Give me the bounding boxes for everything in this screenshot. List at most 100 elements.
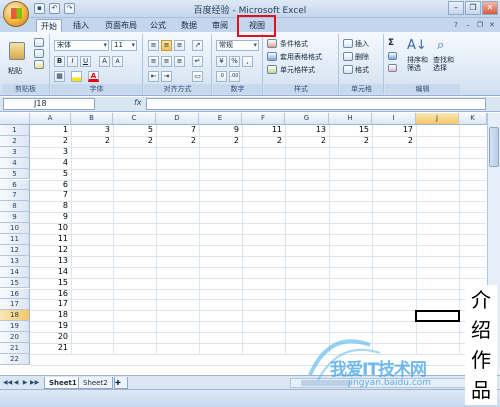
column-header-selected[interactable]: J	[416, 113, 459, 125]
minimize-icon[interactable]: –	[448, 1, 464, 15]
row-header[interactable]: 1	[0, 125, 30, 136]
select-all-corner[interactable]	[0, 113, 30, 125]
border-icon[interactable]: ▦	[54, 71, 65, 82]
italic-button[interactable]: I	[67, 56, 78, 67]
row-header[interactable]: 21	[0, 343, 30, 354]
row-header[interactable]: 3	[0, 146, 30, 158]
cell-value[interactable]: 20	[30, 332, 71, 343]
cell-value[interactable]: 2	[71, 136, 113, 147]
font-name-select[interactable]: 宋体	[54, 40, 109, 51]
find-select-button[interactable]: 查找和 选择	[433, 56, 454, 72]
worksheet-grid[interactable]: A B C D E F G H I J K 1 2 3 4 5 6 7 8 9 10 11 12 13 1…	[0, 113, 500, 375]
cut-icon[interactable]	[34, 38, 44, 47]
formula-input[interactable]	[146, 98, 486, 110]
row-header[interactable]: 22	[0, 353, 30, 365]
align-right-icon[interactable]: ≡	[174, 56, 185, 67]
row-header[interactable]: 17	[0, 299, 30, 311]
restore-icon[interactable]: ❐	[465, 1, 481, 15]
row-header[interactable]: 6	[0, 179, 30, 191]
row-header[interactable]: 7	[0, 190, 30, 202]
row-header[interactable]: 2	[0, 135, 30, 147]
cell-value[interactable]: 15	[30, 278, 71, 289]
delete-cells-button[interactable]: 删除	[355, 52, 369, 62]
ribbon-restore-icon[interactable]: ❐	[475, 20, 485, 30]
row-header[interactable]: 14	[0, 266, 30, 278]
cell-value[interactable]: 2	[242, 136, 285, 147]
conditional-format-button[interactable]: 条件格式	[280, 39, 308, 49]
cell-value[interactable]: 8	[30, 201, 71, 212]
row-header[interactable]: 5	[0, 168, 30, 180]
cell-value[interactable]: 5	[30, 169, 71, 180]
row-header[interactable]: 8	[0, 201, 30, 213]
cell-value[interactable]: 2	[199, 136, 242, 147]
currency-icon[interactable]: ¥	[216, 56, 227, 67]
cell-value[interactable]: 2	[285, 136, 329, 147]
paste-button[interactable]	[6, 38, 28, 64]
row-header[interactable]: 16	[0, 288, 30, 300]
fill-color-icon[interactable]	[71, 71, 82, 82]
cell-styles-button[interactable]: 单元格样式	[280, 65, 315, 75]
tab-page-layout[interactable]: 页面布局	[100, 19, 142, 32]
bold-button[interactable]: B	[54, 56, 65, 67]
name-box[interactable]: J18	[3, 98, 95, 110]
cell-value[interactable]: 21	[30, 343, 71, 354]
align-bottom-icon[interactable]: ≡	[174, 40, 185, 51]
cell-value[interactable]: 4	[30, 158, 71, 169]
cell-value[interactable]: 11	[242, 125, 285, 136]
cell-value[interactable]: 2	[30, 136, 71, 147]
insert-sheet-icon[interactable]: ✚	[114, 377, 128, 389]
sheet-tab-2[interactable]: Sheet2	[78, 377, 113, 389]
sort-filter-button[interactable]: 排序和 筛选	[407, 56, 428, 72]
column-header[interactable]: E	[199, 113, 242, 125]
cell-value[interactable]: 15	[329, 125, 372, 136]
tab-home[interactable]: 开始	[36, 19, 62, 32]
cell-value[interactable]: 13	[30, 256, 71, 267]
decrease-decimal-icon[interactable]: .00	[229, 71, 240, 82]
row-header[interactable]: 11	[0, 234, 30, 245]
first-sheet-icon[interactable]: ◀◀	[3, 378, 12, 387]
cell-value[interactable]: 9	[199, 125, 242, 136]
cell-value[interactable]: 3	[30, 147, 71, 158]
cell-value[interactable]: 17	[372, 125, 416, 136]
column-header[interactable]: F	[242, 113, 285, 125]
tab-formulas[interactable]: 公式	[146, 19, 170, 32]
cell-value[interactable]: 2	[372, 136, 416, 147]
vertical-scroll-thumb[interactable]	[489, 127, 499, 167]
cell-value[interactable]: 3	[71, 125, 113, 136]
autosum-icon[interactable]: Σ	[388, 38, 394, 48]
grow-font-button[interactable]: A	[99, 56, 110, 67]
row-header[interactable]: 15	[0, 277, 30, 289]
row-header[interactable]: 12	[0, 244, 30, 256]
align-center-icon[interactable]: ≡	[161, 56, 172, 67]
row-header[interactable]: 10	[0, 223, 30, 234]
percent-icon[interactable]: %	[229, 56, 240, 67]
format-painter-icon[interactable]	[34, 60, 44, 69]
clear-icon[interactable]	[388, 64, 397, 72]
underline-button[interactable]: U	[80, 56, 91, 67]
cell-value[interactable]: 10	[30, 223, 71, 234]
increase-indent-icon[interactable]: ⇥	[161, 71, 172, 82]
cell-value[interactable]: 2	[113, 136, 156, 147]
sheet-tab-1[interactable]: Sheet1	[44, 377, 82, 389]
cell-value[interactable]: 14	[30, 267, 71, 278]
row-header[interactable]: 19	[0, 321, 30, 333]
copy-icon[interactable]	[34, 49, 44, 58]
cell-value[interactable]: 6	[30, 180, 71, 191]
cell-value[interactable]: 2	[329, 136, 372, 147]
cell-value[interactable]: 7	[30, 190, 71, 201]
insert-function-icon[interactable]: fx	[134, 98, 142, 107]
cell-value[interactable]: 13	[285, 125, 329, 136]
column-header[interactable]: K	[459, 113, 487, 125]
cell-value[interactable]: 11	[30, 234, 71, 245]
ribbon-close-icon[interactable]: ✕	[487, 20, 497, 30]
format-as-table-button[interactable]: 套用表格格式	[280, 52, 322, 62]
insert-cells-button[interactable]: 插入	[355, 39, 369, 49]
column-header[interactable]: H	[329, 113, 372, 125]
shrink-font-button[interactable]: A	[112, 56, 123, 67]
last-sheet-icon[interactable]: ▶▶	[30, 378, 39, 387]
cell-value[interactable]: 5	[113, 125, 156, 136]
selected-cell-j18[interactable]	[415, 310, 460, 322]
decrease-indent-icon[interactable]: ⇤	[148, 71, 159, 82]
align-left-icon[interactable]: ≡	[148, 56, 159, 67]
cell-value[interactable]: 1	[30, 125, 71, 136]
